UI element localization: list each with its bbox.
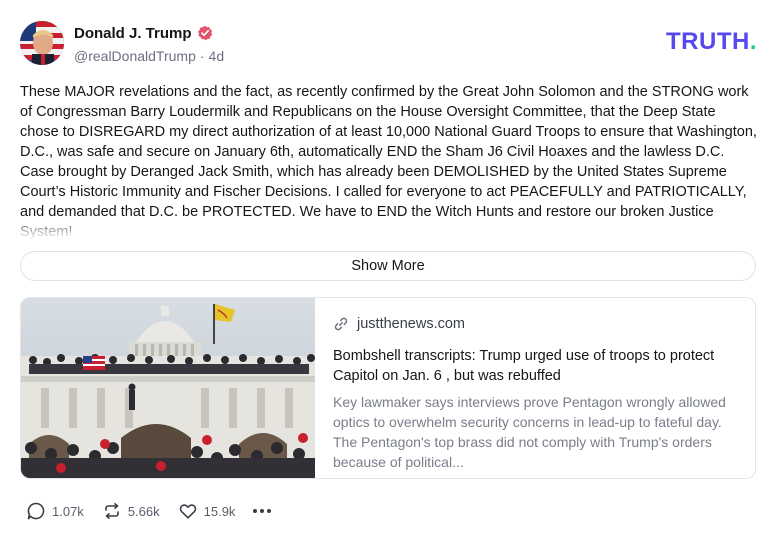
link-icon: [333, 316, 349, 332]
meta-separator: ·: [199, 48, 205, 64]
link-card-content: justthenews.com Bombshell transcripts: T…: [333, 314, 739, 472]
capitol-photo-illustration: [21, 298, 315, 478]
avatar-image: [20, 21, 64, 65]
author-handle[interactable]: @realDonaldTrump: [74, 48, 196, 64]
handle-row: @realDonaldTrump · 4d: [74, 48, 224, 66]
logo-text: TRUTH: [666, 28, 750, 55]
author-info: Donald J. Trump @realDonaldTrump · 4d: [74, 23, 224, 66]
link-domain-row: justthenews.com: [333, 314, 739, 334]
heart-icon: [178, 501, 198, 521]
reply-count: 1.07k: [52, 503, 84, 519]
avatar[interactable]: [20, 21, 64, 65]
link-description: Key lawmaker says interviews prove Penta…: [333, 394, 726, 470]
post-body: These MAJOR revelations and the fact, as…: [20, 82, 757, 240]
reply-icon: [26, 501, 46, 521]
capitol-photo[interactable]: [21, 298, 315, 478]
show-more-button[interactable]: Show More: [20, 251, 756, 281]
dot: [260, 509, 265, 513]
name-row: Donald J. Trump: [74, 23, 224, 43]
like-button[interactable]: 15.9k: [178, 501, 236, 521]
post-actions-bar: 1.07k 5.66k 15.9k: [26, 499, 272, 523]
post-header: Donald J. Trump @realDonaldTrump · 4d TRUT…: [20, 21, 757, 67]
link-title[interactable]: Bombshell transcripts: Trump urged use o…: [333, 346, 739, 386]
retruth-icon: [102, 501, 122, 521]
post-age[interactable]: 4d: [209, 48, 225, 64]
author-display-name[interactable]: Donald J. Trump: [74, 25, 192, 42]
more-options-icon[interactable]: [253, 501, 272, 521]
dot: [267, 509, 272, 513]
truth-social-logo: TRUTH.: [666, 28, 757, 55]
reply-button[interactable]: 1.07k: [26, 501, 84, 521]
text-fade-overlay: [20, 216, 757, 240]
dot: [253, 509, 258, 513]
link-preview-card[interactable]: justthenews.com Bombshell transcripts: T…: [20, 297, 756, 479]
retruth-count: 5.66k: [127, 503, 160, 519]
retruth-button[interactable]: 5.66k: [102, 501, 160, 521]
link-domain: justthenews.com: [357, 316, 465, 332]
verified-badge-icon: [197, 25, 213, 41]
like-count: 15.9k: [203, 503, 236, 519]
logo-dot: .: [749, 28, 757, 55]
